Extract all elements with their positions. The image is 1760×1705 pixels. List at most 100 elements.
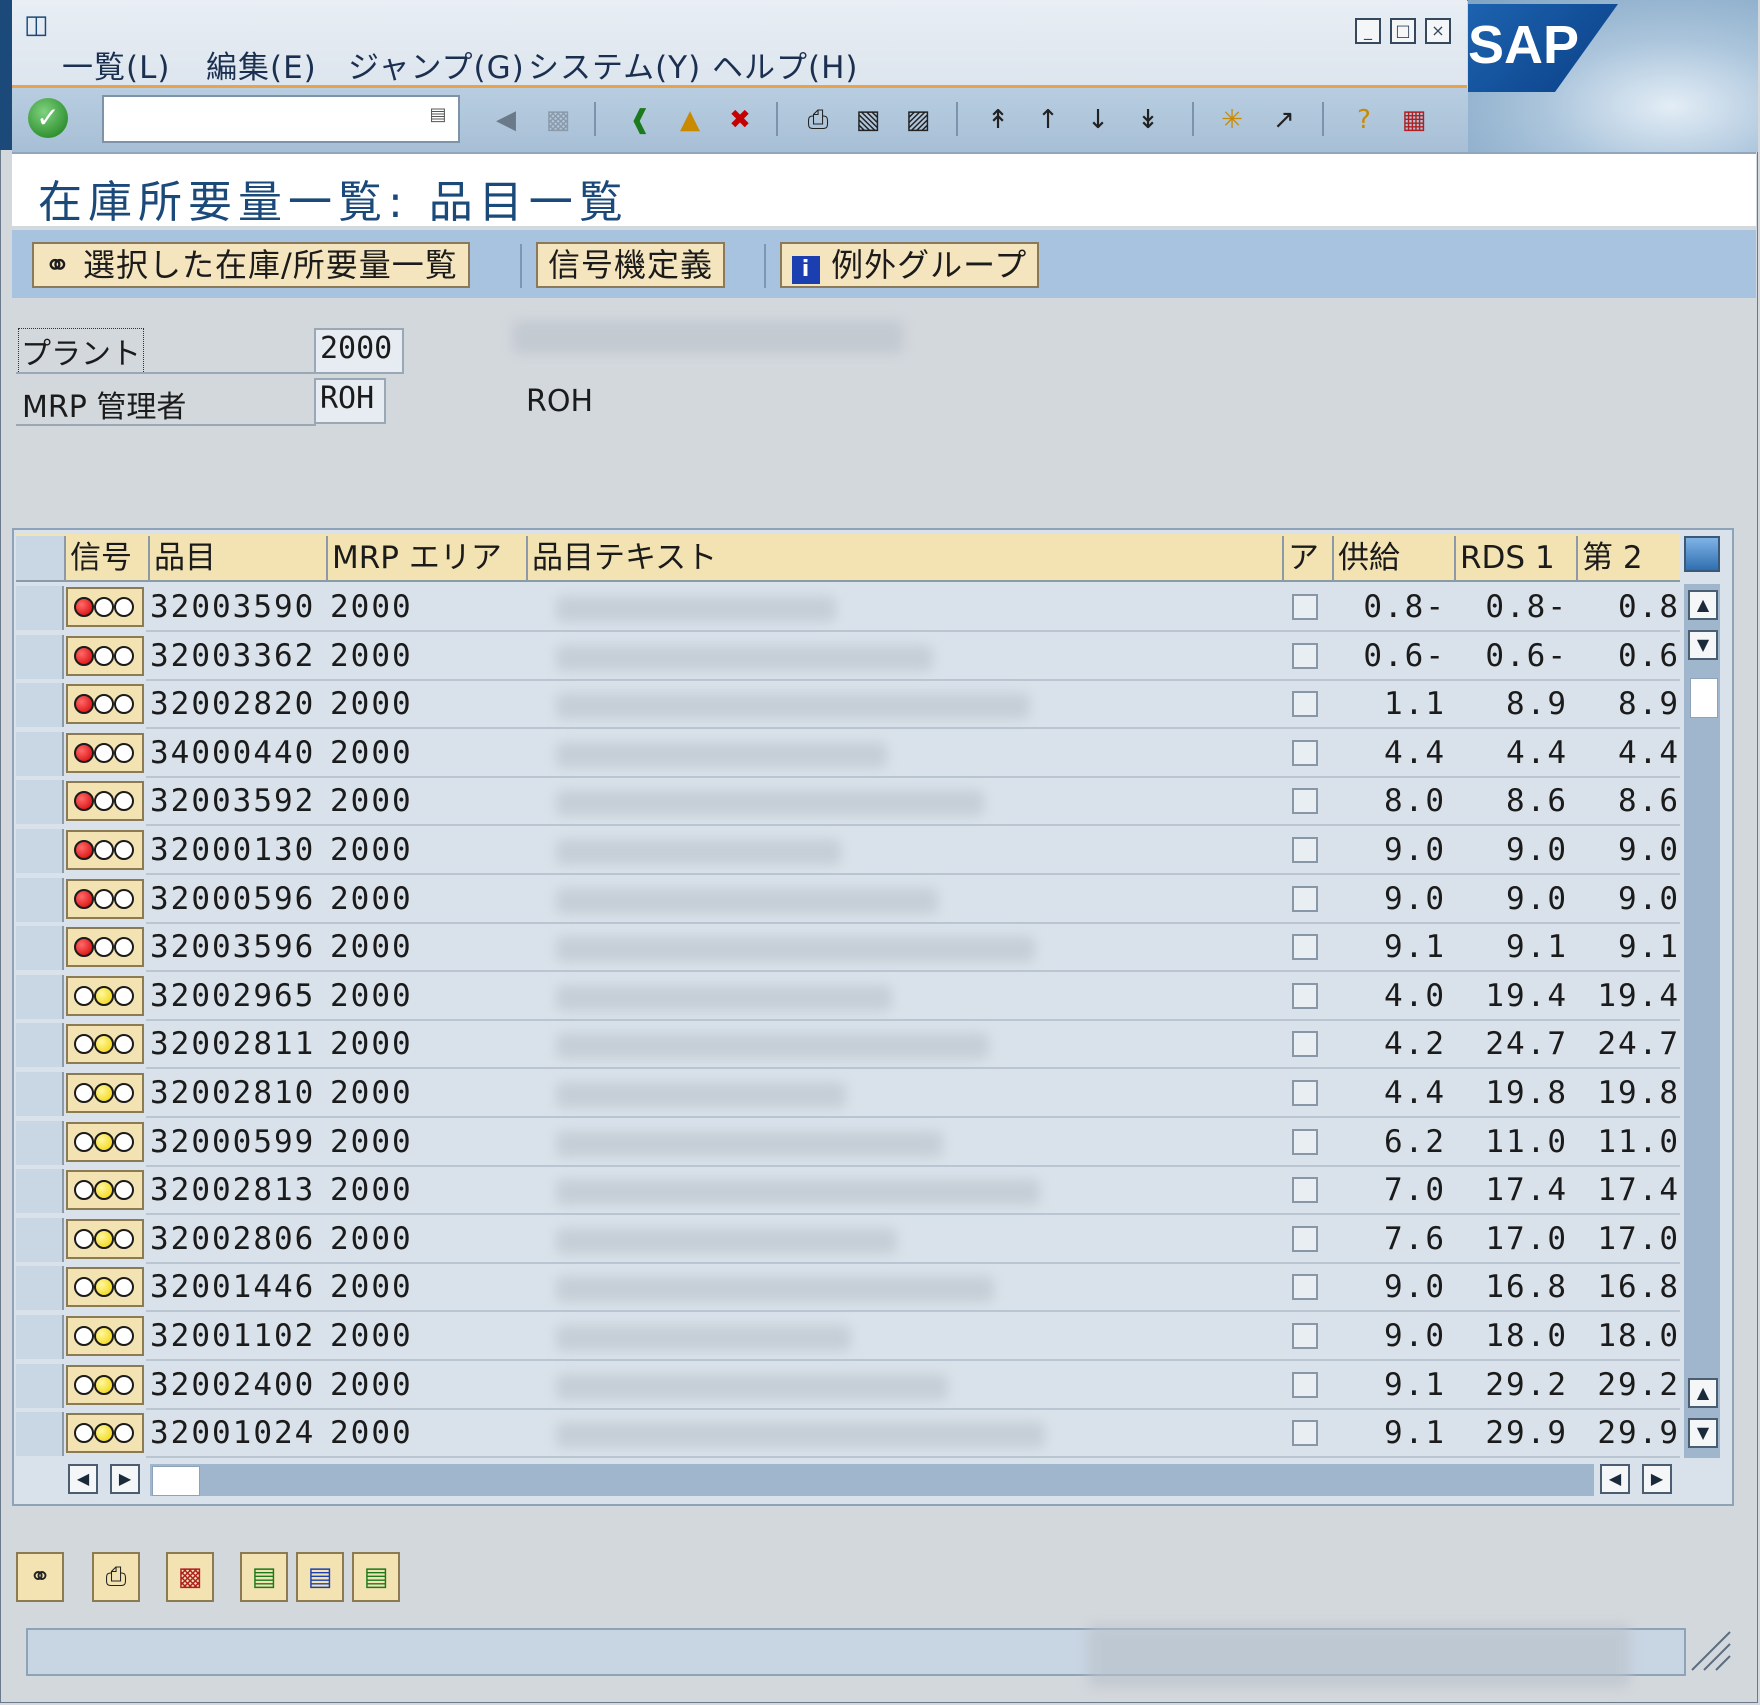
menu-list[interactable]: 一覧(L)	[62, 42, 170, 87]
export3-icon[interactable]: ▤	[352, 1552, 400, 1602]
table-row[interactable]: 32002811 2000 4.2 24.7 24.7	[16, 1021, 1680, 1069]
resize-grip-icon[interactable]	[1688, 1628, 1732, 1672]
material-cell[interactable]: 32002806	[150, 1216, 326, 1262]
scroll-left-icon[interactable]: ◀	[1600, 1464, 1630, 1494]
back-icon[interactable]: ❰	[620, 100, 660, 140]
material-cell[interactable]: 34000440	[150, 730, 326, 776]
row-selector[interactable]	[16, 878, 64, 922]
table-row[interactable]: 32002810 2000 4.4 19.8 19.8	[16, 1070, 1680, 1118]
row-checkbox[interactable]	[1292, 1031, 1318, 1057]
menu-edit[interactable]: 編集(E)	[206, 42, 317, 87]
row-checkbox[interactable]	[1292, 1274, 1318, 1300]
row-checkbox[interactable]	[1292, 1080, 1318, 1106]
export-icon[interactable]: ▤	[240, 1552, 288, 1602]
material-cell[interactable]: 32000130	[150, 827, 326, 873]
cancel-icon[interactable]: ✖	[720, 100, 760, 140]
material-cell[interactable]: 32002811	[150, 1021, 326, 1067]
table-row[interactable]: 32002813 2000 7.0 17.4 17.4	[16, 1167, 1680, 1215]
table-row[interactable]: 32003592 2000 8.0 8.6 8.6	[16, 778, 1680, 826]
material-cell[interactable]: 32001446	[150, 1264, 326, 1310]
command-history-icon[interactable]: ▤	[426, 104, 450, 132]
row-selector[interactable]	[16, 586, 64, 630]
table-row[interactable]: 32003590 2000 0.8- 0.8- 0.8	[16, 584, 1680, 632]
command-field[interactable]	[102, 95, 460, 143]
system-menu-icon[interactable]: ◫	[24, 12, 58, 38]
row-checkbox[interactable]	[1292, 934, 1318, 960]
minimize-icon[interactable]: _	[1355, 18, 1381, 44]
row-selector[interactable]	[16, 1412, 64, 1456]
page-down-icon[interactable]: ▼	[1688, 630, 1718, 660]
column-header-supply[interactable]: 供給	[1332, 536, 1454, 580]
material-cell[interactable]: 32002400	[150, 1362, 326, 1408]
first-page-icon[interactable]: ↟	[978, 100, 1018, 140]
material-cell[interactable]: 32003596	[150, 924, 326, 970]
exit-icon[interactable]: ▲	[670, 100, 710, 140]
menu-jump[interactable]: ジャンプ(G)	[348, 42, 525, 87]
row-selector[interactable]	[16, 635, 64, 679]
print-icon[interactable]: ⎙	[798, 100, 838, 140]
next-page-icon[interactable]: ↓	[1078, 100, 1118, 140]
page-up-icon[interactable]: ▲	[1688, 1378, 1718, 1408]
row-selector[interactable]	[16, 1023, 64, 1067]
table-row[interactable]: 32003362 2000 0.6- 0.6- 0.6	[16, 633, 1680, 681]
row-selector[interactable]	[16, 1072, 64, 1116]
row-checkbox[interactable]	[1292, 1420, 1318, 1446]
print-icon[interactable]: ⎙	[92, 1552, 140, 1602]
material-cell[interactable]: 32002820	[150, 681, 326, 727]
horizontal-scroll-thumb[interactable]	[152, 1466, 200, 1496]
shortcut-icon[interactable]: ↗	[1264, 100, 1304, 140]
row-selector[interactable]	[16, 1364, 64, 1408]
exception-group-button[interactable]: i 例外グループ	[780, 242, 1040, 288]
row-checkbox[interactable]	[1292, 788, 1318, 814]
material-cell[interactable]: 32000599	[150, 1119, 326, 1165]
row-selector[interactable]	[16, 975, 64, 1019]
table-row[interactable]: 32002400 2000 9.1 29.2 29.2	[16, 1362, 1680, 1410]
help-icon[interactable]: ?	[1344, 100, 1384, 140]
table-row[interactable]: 32001024 2000 9.1 29.9 29.9	[16, 1410, 1680, 1458]
material-cell[interactable]: 32001024	[150, 1410, 326, 1456]
menu-help[interactable]: ヘルプ(H)	[712, 42, 859, 87]
row-checkbox[interactable]	[1292, 1177, 1318, 1203]
scroll-right-icon[interactable]: ▶	[1642, 1464, 1672, 1494]
column-header-material[interactable]: 品目	[148, 536, 326, 580]
row-selector[interactable]	[16, 829, 64, 873]
material-cell[interactable]: 32002813	[150, 1167, 326, 1213]
row-checkbox[interactable]	[1292, 983, 1318, 1009]
row-checkbox[interactable]	[1292, 1323, 1318, 1349]
table-row[interactable]: 34000440 2000 4.4 4.4 4.4	[16, 730, 1680, 778]
table-row[interactable]: 32000599 2000 6.2 11.0 11.0	[16, 1119, 1680, 1167]
row-checkbox[interactable]	[1292, 1372, 1318, 1398]
find-next-icon[interactable]: ▨	[898, 100, 938, 140]
row-checkbox[interactable]	[1292, 740, 1318, 766]
previous-page-icon[interactable]: ↑	[1028, 100, 1068, 140]
scroll-up-icon[interactable]: ▲	[1688, 590, 1718, 620]
row-selector[interactable]	[16, 926, 64, 970]
horizontal-scrollbar[interactable]	[150, 1464, 1594, 1496]
maximize-icon[interactable]: □	[1390, 18, 1416, 44]
new-session-icon[interactable]: ✳	[1212, 100, 1252, 140]
scroll-down-icon[interactable]: ▼	[1688, 1418, 1718, 1448]
back-arrow-icon[interactable]: ◀	[486, 100, 526, 140]
row-checkbox[interactable]	[1292, 594, 1318, 620]
row-checkbox[interactable]	[1292, 643, 1318, 669]
table-row[interactable]: 32002820 2000 1.1 8.9 8.9	[16, 681, 1680, 729]
material-cell[interactable]: 32003362	[150, 633, 326, 679]
enter-icon[interactable]: ✓	[28, 98, 68, 138]
row-checkbox[interactable]	[1292, 1129, 1318, 1155]
vertical-scroll-thumb[interactable]	[1690, 678, 1718, 718]
selected-stock-requirements-button[interactable]: ⚭ 選択した在庫/所要量一覧	[32, 242, 470, 288]
row-checkbox[interactable]	[1292, 886, 1318, 912]
row-checkbox[interactable]	[1292, 837, 1318, 863]
row-selector[interactable]	[16, 683, 64, 727]
material-cell[interactable]: 32002810	[150, 1070, 326, 1116]
close-icon[interactable]: ×	[1425, 18, 1451, 44]
column-header-second[interactable]: 第 2	[1576, 536, 1680, 580]
row-selector[interactable]	[16, 1121, 64, 1165]
signal-icon[interactable]: ⚭	[16, 1552, 64, 1602]
column-header-material-text[interactable]: 品目テキスト	[526, 536, 1282, 580]
material-cell[interactable]: 32002965	[150, 973, 326, 1019]
row-checkbox[interactable]	[1292, 691, 1318, 717]
row-checkbox[interactable]	[1292, 1226, 1318, 1252]
frozen-scroll-right-icon[interactable]: ▶	[110, 1464, 140, 1494]
chart-icon[interactable]: ▩	[166, 1552, 214, 1602]
